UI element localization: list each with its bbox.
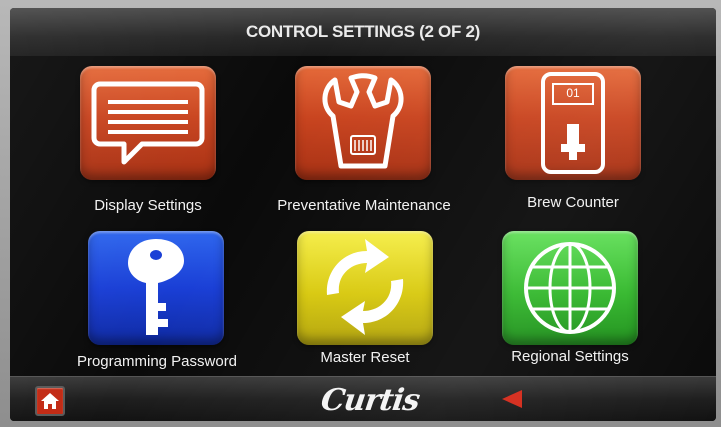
back-arrow-icon (502, 390, 522, 408)
brew-counter-button[interactable]: 01 (505, 66, 641, 180)
page-title: CONTROL SETTINGS (2 OF 2) (246, 22, 480, 41)
preventative-maintenance-label: Preventative Maintenance (277, 197, 451, 214)
back-button[interactable] (500, 388, 524, 410)
home-icon (41, 393, 59, 409)
brew-counter-icon (541, 72, 605, 174)
master-reset-button[interactable] (297, 231, 433, 345)
brew-counter-label: Brew Counter (527, 194, 619, 211)
brew-counter-value: 01 (566, 86, 580, 100)
touch-screen: CONTROL SETTINGS (2 OF 2) Display Settin… (10, 8, 716, 421)
display-settings-label: Display Settings (94, 197, 202, 214)
programming-password-button[interactable] (88, 231, 224, 345)
wrench-icon (322, 73, 404, 169)
regional-settings-button[interactable] (502, 231, 638, 345)
key-icon (128, 239, 184, 335)
master-reset-label: Master Reset (320, 349, 410, 366)
display-settings-icon (91, 81, 205, 165)
bottom-nav-bar: Curtis (10, 376, 716, 421)
display-settings-button[interactable] (80, 66, 216, 180)
preventative-maintenance-button[interactable] (295, 66, 431, 180)
regional-settings-label: Regional Settings (511, 348, 629, 365)
title-bar: CONTROL SETTINGS (2 OF 2) (10, 8, 716, 56)
home-button[interactable] (35, 386, 65, 416)
globe-icon (524, 242, 616, 334)
curtis-logo: Curtis (318, 383, 422, 418)
programming-password-label: Programming Password (76, 353, 238, 370)
reset-arrows-icon (326, 239, 404, 335)
